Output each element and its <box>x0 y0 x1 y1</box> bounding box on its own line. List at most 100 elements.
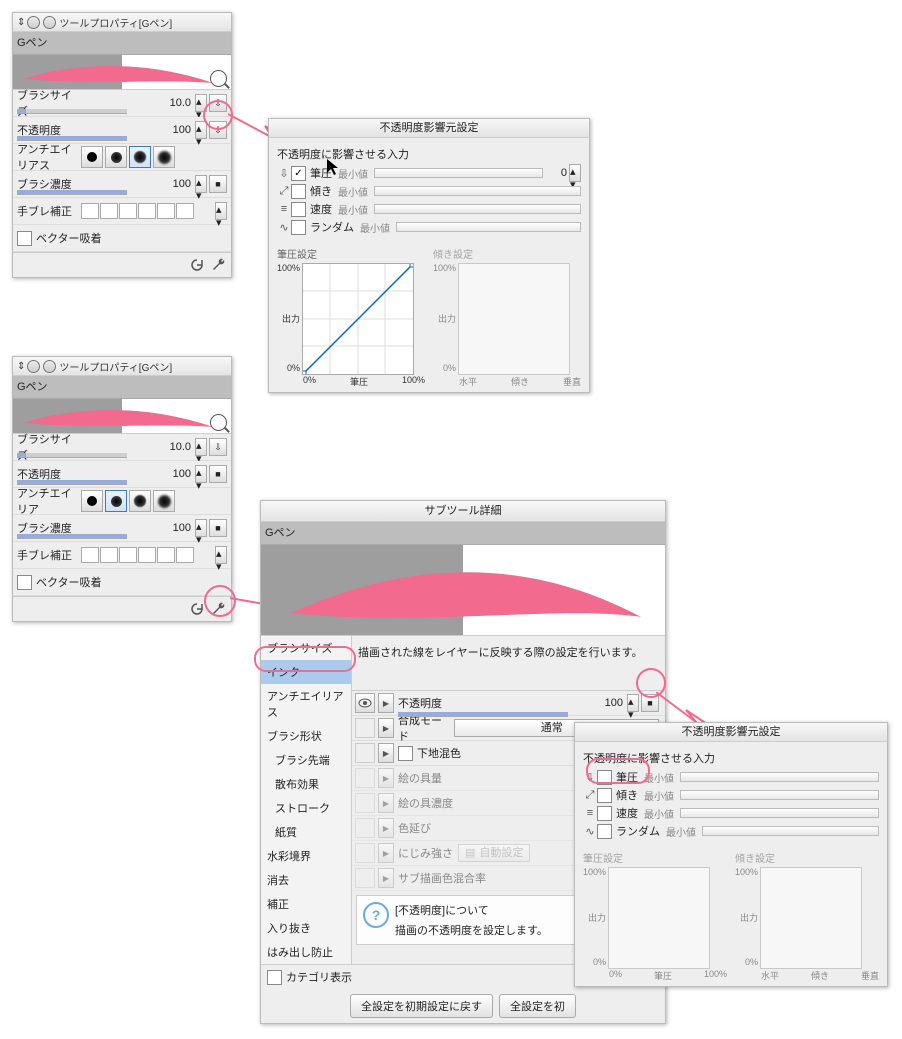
eye-icon[interactable] <box>355 693 375 713</box>
spinner[interactable]: ▴▾ <box>195 438 207 456</box>
dynamics-button[interactable]: ■ <box>209 519 227 537</box>
spinner[interactable]: ▴▾ <box>627 694 639 712</box>
close-icon[interactable] <box>27 360 40 373</box>
spinner[interactable]: ▴▾ <box>195 519 207 537</box>
min-slider[interactable] <box>680 772 879 782</box>
checkbox-pressure[interactable] <box>597 770 612 785</box>
expand-icon[interactable]: ▶ <box>378 793 394 813</box>
cat-ink[interactable]: インク <box>261 660 351 684</box>
minimize-icon[interactable] <box>43 16 56 29</box>
cat-overflow[interactable]: はみ出し防止 <box>261 940 351 964</box>
stabil-step[interactable] <box>100 203 118 219</box>
aa-option-2[interactable] <box>105 146 127 168</box>
blur-aux[interactable]: ▤自動設定 <box>458 844 530 862</box>
stabil-step[interactable] <box>157 203 175 219</box>
aa-option-2[interactable] <box>105 490 127 512</box>
eye-icon[interactable] <box>355 843 375 863</box>
spinner[interactable]: ▴▾ <box>215 546 227 564</box>
dynamics-button[interactable]: ■ <box>209 465 227 483</box>
aa-option-1[interactable] <box>81 146 103 168</box>
min-slider[interactable] <box>374 168 543 178</box>
opacity-dynamics-button[interactable]: ⇩ <box>209 121 227 139</box>
stabil-step[interactable] <box>119 203 137 219</box>
checkbox-ground[interactable] <box>398 746 413 761</box>
expand-icon[interactable]: ▶ <box>378 718 394 738</box>
value-opacity[interactable]: 100 <box>157 468 193 480</box>
aa-option-4[interactable] <box>153 146 175 168</box>
reset-icon[interactable] <box>189 601 205 617</box>
min-value[interactable]: 0 <box>547 167 567 179</box>
wrench-icon[interactable] <box>211 257 227 273</box>
eye-icon[interactable] <box>355 718 375 738</box>
stabil-step[interactable] <box>138 203 156 219</box>
minimize-icon[interactable] <box>43 360 56 373</box>
reset-all-button[interactable]: 全設定を初期設定に戻す <box>350 994 493 1018</box>
stabil-step[interactable] <box>100 547 118 563</box>
cat-shape[interactable]: ブラシ形状 <box>261 724 351 748</box>
checkbox-random[interactable] <box>291 220 306 235</box>
checkbox-speed[interactable] <box>597 806 612 821</box>
aa-option-3[interactable] <box>129 146 151 168</box>
cat-stroke[interactable]: ストローク <box>261 796 351 820</box>
checkbox-tilt[interactable] <box>597 788 612 803</box>
dynamics-button[interactable]: ⇩ <box>209 94 227 112</box>
tilt-curve[interactable] <box>458 263 570 375</box>
cat-aa[interactable]: アンチエイリアス <box>261 684 351 724</box>
close-icon[interactable] <box>27 16 40 29</box>
checkbox-random[interactable] <box>597 824 612 839</box>
min-slider[interactable] <box>680 790 879 800</box>
expand-icon[interactable]: ▶ <box>378 743 394 763</box>
aa-option-3[interactable] <box>129 490 151 512</box>
aa-option-1[interactable] <box>81 490 103 512</box>
expand-icon[interactable]: ▶ <box>378 818 394 838</box>
stabil-step[interactable] <box>176 203 194 219</box>
spinner[interactable]: ▴▾ <box>195 465 207 483</box>
min-slider[interactable] <box>374 186 581 196</box>
stabil-step[interactable] <box>81 203 99 219</box>
stabil-step[interactable] <box>119 547 137 563</box>
expand-icon[interactable]: ▶ <box>378 868 394 888</box>
titlebar[interactable]: ⇕ ツールプロパティ[Gペン] <box>13 13 231 32</box>
checkbox-speed[interactable] <box>291 202 306 217</box>
dynamics-button[interactable]: ■ <box>209 175 227 193</box>
spinner[interactable]: ▴▾ <box>569 164 581 182</box>
eye-icon[interactable] <box>355 768 375 788</box>
pressure-curve[interactable] <box>608 867 710 969</box>
value-opacity[interactable]: 100 <box>157 124 193 136</box>
eye-icon[interactable] <box>355 793 375 813</box>
spinner[interactable]: ▴▾ <box>195 121 207 139</box>
tilt-curve[interactable] <box>760 867 862 969</box>
value-density[interactable]: 100 <box>157 178 193 190</box>
cat-erase[interactable]: 消去 <box>261 868 351 892</box>
min-slider[interactable] <box>374 204 581 214</box>
magnify-icon[interactable] <box>210 414 227 431</box>
opacity-dynamics-button-detail[interactable]: ■ <box>641 694 659 712</box>
dynamics-button[interactable]: ⇩ <box>209 438 227 456</box>
cat-correction[interactable]: 補正 <box>261 892 351 916</box>
wrench-icon[interactable] <box>211 601 227 617</box>
stabil-step[interactable] <box>81 547 99 563</box>
checkbox-pressure[interactable]: ✓ <box>291 166 306 181</box>
value-brush-size[interactable]: 10.0 <box>157 441 193 453</box>
titlebar[interactable]: ⇕ ツールプロパティ[Gペン] <box>13 357 231 376</box>
cat-inout[interactable]: 入り抜き <box>261 916 351 940</box>
subtool-title[interactable]: サブツール詳細 <box>261 501 665 522</box>
checkbox-catshow[interactable] <box>267 970 282 985</box>
cat-scatter[interactable]: 散布効果 <box>261 772 351 796</box>
min-slider[interactable] <box>702 826 879 836</box>
min-slider[interactable] <box>396 222 581 232</box>
spinner[interactable]: ▴▾ <box>195 94 207 112</box>
cat-texture[interactable]: 紙質 <box>261 820 351 844</box>
value-opacity[interactable]: 100 <box>589 697 625 709</box>
reset-icon[interactable] <box>189 257 205 273</box>
expand-icon[interactable]: ▶ <box>378 843 394 863</box>
value-brush-size[interactable]: 10.0 <box>157 97 193 109</box>
eye-icon[interactable] <box>355 818 375 838</box>
value-density[interactable]: 100 <box>157 522 193 534</box>
min-slider[interactable] <box>680 808 879 818</box>
register-all-button[interactable]: 全設定を初 <box>499 994 576 1018</box>
cat-brush-size[interactable]: ブラシサイズ <box>261 636 351 660</box>
stabil-step[interactable] <box>138 547 156 563</box>
expand-icon[interactable]: ▶ <box>378 768 394 788</box>
cat-watercolor[interactable]: 水彩境界 <box>261 844 351 868</box>
